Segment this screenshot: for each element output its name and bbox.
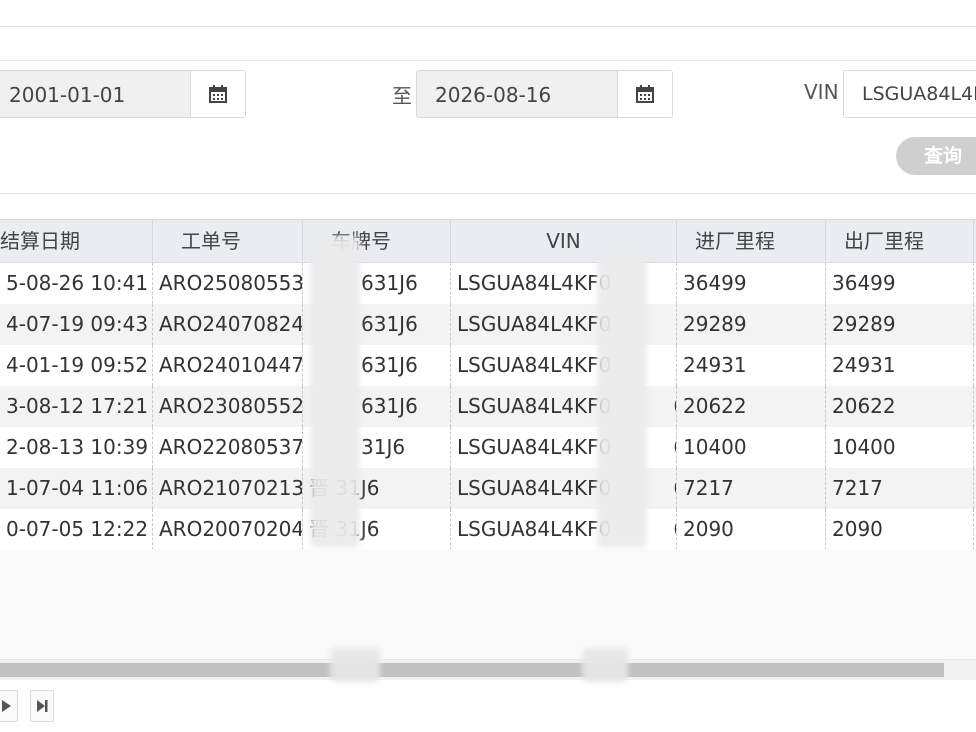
- table-row[interactable]: 0-07-05 12:22 ARO20070204 晋 31J6 LSGUA84…: [0, 509, 976, 550]
- cell-vin-head: LSGUA84L4KF0: [457, 353, 612, 377]
- calendar-icon: [209, 85, 227, 103]
- app-window: 2001-01-01 至 2026-08-16 VIN LSGUA84L4K 查…: [0, 0, 976, 732]
- date-range-separator: 至: [392, 84, 412, 108]
- cell-order-no: ARO22080537: [153, 427, 303, 468]
- column-header-settle-date[interactable]: 结算日期: [0, 220, 153, 262]
- cell-settle-date: 5-08-26 10:41: [0, 263, 153, 304]
- top-toolbar: [0, 0, 976, 27]
- cell-out-mileage: 2090: [826, 509, 974, 550]
- vin-label: VIN: [804, 80, 839, 104]
- cell-order-no: ARO24010447: [153, 345, 303, 386]
- column-header-out-mileage[interactable]: 出厂里程: [826, 220, 974, 262]
- cell-in-mileage: 36499: [677, 263, 826, 304]
- cell-in-mileage: 24931: [677, 345, 826, 386]
- cell-in-mileage: 7217: [677, 468, 826, 509]
- start-date-value: 2001-01-01: [9, 83, 126, 107]
- table-empty-area: [0, 549, 976, 659]
- pagination-bar: [0, 690, 976, 730]
- cell-order-no: ARO23080552: [153, 386, 303, 427]
- cell-out-mileage: 7217: [826, 468, 974, 509]
- privacy-blur-vin-bottom: [582, 648, 628, 682]
- table-row[interactable]: 4-01-19 09:52 ARO24010447 631J6 LSGUA84L…: [0, 345, 976, 386]
- cell-settle-date: 3-08-12 17:21: [0, 386, 153, 427]
- cell-order-no: ARO24070824: [153, 304, 303, 345]
- column-header-in-mileage[interactable]: 进厂里程: [677, 220, 826, 262]
- cell-in-mileage: 2090: [677, 509, 826, 550]
- table-row[interactable]: 1-07-04 11:06 ARO21070213 晋 31J6 LSGUA84…: [0, 468, 976, 509]
- cell-vin-head: LSGUA84L4KF0: [457, 435, 612, 459]
- column-header-order-no[interactable]: 工单号: [153, 220, 303, 262]
- cell-settle-date: 4-07-19 09:43: [0, 304, 153, 345]
- query-button[interactable]: 查询: [896, 137, 976, 175]
- last-page-button[interactable]: [30, 690, 54, 722]
- records-table: 结算日期 工单号 车牌号 VIN 进厂里程 出厂里程 5-08-26 10:41…: [0, 219, 976, 550]
- table-row[interactable]: 2-08-13 10:39 ARO22080537 31J6 LSGUA84L4…: [0, 427, 976, 468]
- privacy-blur-plate-bottom: [330, 648, 380, 682]
- scrollbar-thumb[interactable]: [0, 663, 944, 677]
- cell-settle-date: 4-01-19 09:52: [0, 345, 153, 386]
- cell-out-mileage: 29289: [826, 304, 974, 345]
- cell-in-mileage: 20622: [677, 386, 826, 427]
- cell-out-mileage: 20622: [826, 386, 974, 427]
- end-date-value: 2026-08-16: [435, 83, 552, 107]
- cell-out-mileage: 10400: [826, 427, 974, 468]
- last-page-icon: [37, 700, 48, 712]
- start-date-field[interactable]: 2001-01-01: [0, 70, 246, 118]
- cell-out-mileage: 36499: [826, 263, 974, 304]
- table-row[interactable]: 3-08-12 17:21 ARO23080552 631J6 LSGUA84L…: [0, 386, 976, 427]
- end-date-calendar-button[interactable]: [617, 71, 672, 117]
- cell-vin-head: LSGUA84L4KF0: [457, 476, 612, 500]
- cell-in-mileage: 10400: [677, 427, 826, 468]
- cell-order-no: ARO25080553: [153, 263, 303, 304]
- cell-settle-date: 1-07-04 11:06: [0, 468, 153, 509]
- table-row[interactable]: 4-07-19 09:43 ARO24070824 631J6 LSGUA84L…: [0, 304, 976, 345]
- play-next-icon: [2, 700, 11, 712]
- cell-vin-head: LSGUA84L4KF0: [457, 271, 612, 295]
- cell-order-no: ARO21070213: [153, 468, 303, 509]
- cell-vin-head: LSGUA84L4KF0: [457, 312, 612, 336]
- cell-settle-date: 2-08-13 10:39: [0, 427, 153, 468]
- table-row[interactable]: 5-08-26 10:41 ARO25080553 631J6 LSGUA84L…: [0, 263, 976, 304]
- calendar-icon: [636, 85, 654, 103]
- privacy-blur-plate: [310, 236, 360, 548]
- vin-input-value: LSGUA84L4K: [862, 83, 976, 105]
- cell-vin-head: LSGUA84L4KF0: [457, 517, 612, 541]
- cell-vin-head: LSGUA84L4KF0: [457, 394, 612, 418]
- vin-input[interactable]: LSGUA84L4K: [843, 70, 976, 118]
- horizontal-scrollbar[interactable]: [0, 659, 976, 680]
- privacy-blur-vin: [597, 254, 647, 548]
- end-date-field[interactable]: 2026-08-16: [416, 70, 673, 118]
- cell-settle-date: 0-07-05 12:22: [0, 509, 153, 550]
- cell-out-mileage: 24931: [826, 345, 974, 386]
- start-date-calendar-button[interactable]: [190, 71, 245, 117]
- cell-order-no: ARO20070204: [153, 509, 303, 550]
- cell-in-mileage: 29289: [677, 304, 826, 345]
- table-header: 结算日期 工单号 车牌号 VIN 进厂里程 出厂里程: [0, 219, 976, 263]
- next-page-button[interactable]: [0, 690, 18, 722]
